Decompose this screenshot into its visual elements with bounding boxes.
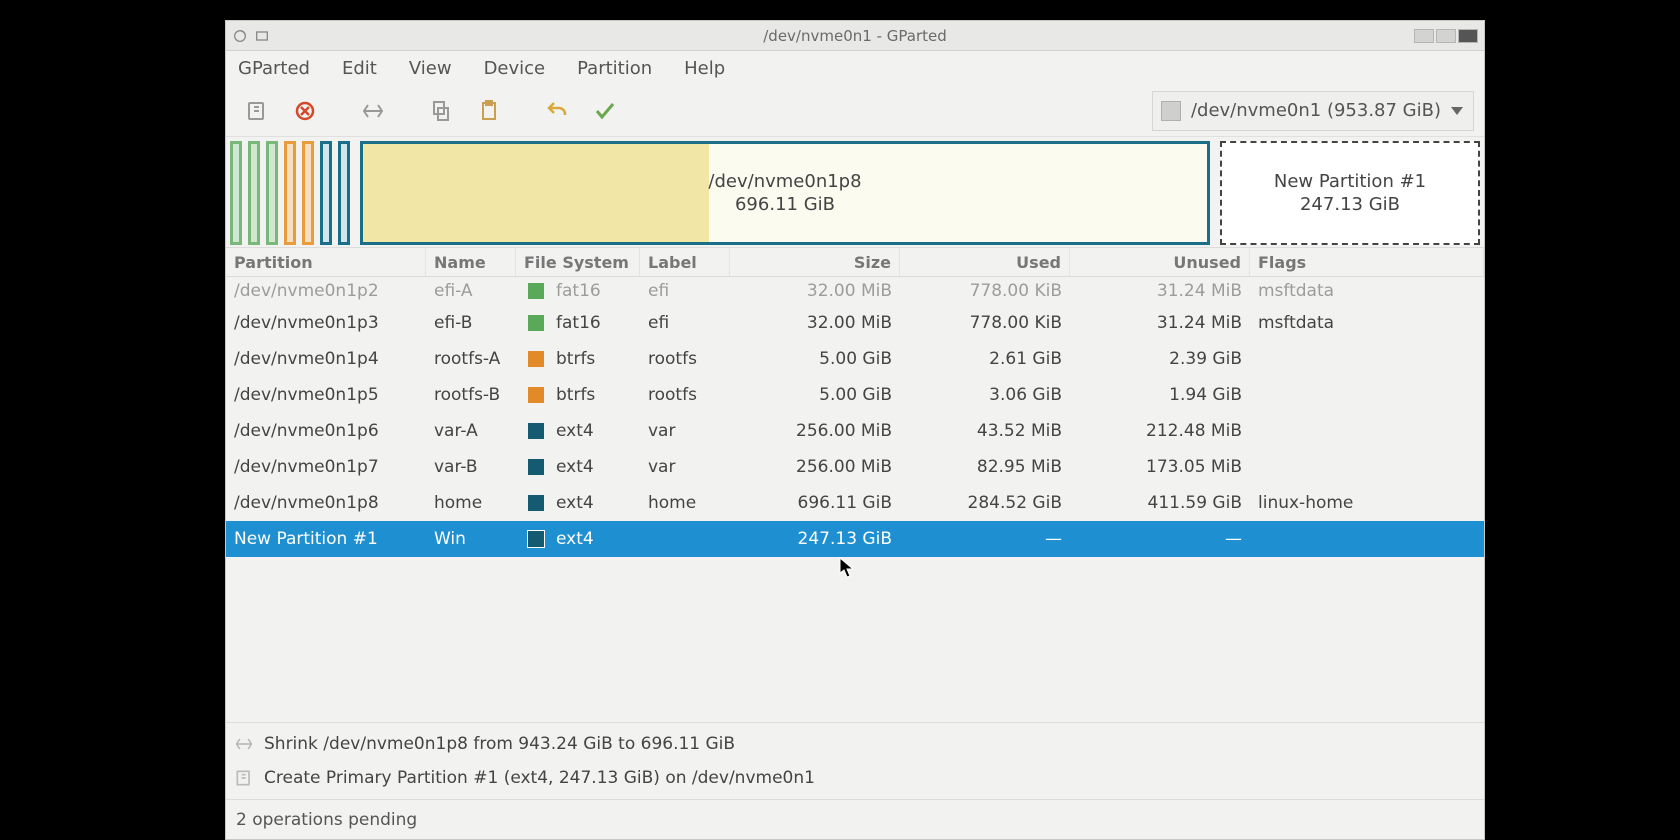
table-row[interactable]: /dev/nvme0n1p7var-Bext4var256.00 MiB82.9… — [226, 449, 1484, 485]
diagram-main-size: 696.11 GiB — [735, 194, 835, 215]
table-row[interactable]: New Partition #1Winext4247.13 GiB—— — [226, 521, 1484, 557]
table-row[interactable]: /dev/nvme0n1p2efi-Afat16efi32.00 MiB778.… — [226, 277, 1484, 305]
diagram-partition-home[interactable]: /dev/nvme0n1p8 696.11 GiB — [360, 141, 1210, 245]
menu-gparted[interactable]: GParted — [236, 54, 312, 83]
delete-partition-button[interactable] — [284, 91, 326, 131]
col-name[interactable]: Name — [426, 248, 516, 276]
resize-icon — [234, 734, 254, 754]
operation-text: Create Primary Partition #1 (ext4, 247.1… — [264, 768, 815, 788]
col-size[interactable]: Size — [730, 248, 900, 276]
table-row[interactable]: /dev/nvme0n1p3efi-Bfat16efi32.00 MiB778.… — [226, 305, 1484, 341]
diagram-stripe[interactable] — [248, 141, 260, 245]
filesystem-swatch — [528, 495, 544, 511]
diagram-stripe[interactable] — [338, 141, 350, 245]
menu-view[interactable]: View — [407, 54, 454, 83]
harddisk-icon — [1161, 101, 1181, 121]
diagram-partition-new[interactable]: New Partition #1 247.13 GiB — [1220, 141, 1480, 245]
partition-table: Partition Name File System Label Size Us… — [226, 247, 1484, 722]
titlebar[interactable]: /dev/nvme0n1 - GParted — [226, 21, 1484, 51]
diagram-stripe[interactable] — [284, 141, 296, 245]
apply-button[interactable] — [584, 91, 626, 131]
disk-diagram: /dev/nvme0n1p8 696.11 GiB New Partition … — [230, 141, 1480, 245]
pending-operation[interactable]: Create Primary Partition #1 (ext4, 247.1… — [234, 761, 1480, 795]
toolbar: /dev/nvme0n1 (953.87 GiB) — [226, 85, 1484, 137]
app-window: /dev/nvme0n1 - GParted GParted Edit View De… — [225, 20, 1485, 840]
resize-move-button[interactable] — [352, 91, 394, 131]
menu-device[interactable]: Device — [482, 54, 548, 83]
table-row[interactable]: /dev/nvme0n1p4rootfs-Abtrfsrootfs5.00 Gi… — [226, 341, 1484, 377]
diagram-stripe[interactable] — [230, 141, 242, 245]
window-icon — [254, 28, 270, 44]
diagram-stripe[interactable] — [320, 141, 332, 245]
col-flags[interactable]: Flags — [1250, 248, 1484, 276]
filesystem-swatch — [528, 283, 544, 299]
window-title: /dev/nvme0n1 - GParted — [226, 27, 1484, 45]
close-button[interactable] — [1458, 29, 1478, 43]
device-selector-label: /dev/nvme0n1 (953.87 GiB) — [1191, 100, 1441, 121]
status-bar: 2 operations pending — [226, 799, 1484, 839]
col-used[interactable]: Used — [900, 248, 1070, 276]
col-label[interactable]: Label — [640, 248, 730, 276]
status-text: 2 operations pending — [236, 810, 417, 830]
table-header[interactable]: Partition Name File System Label Size Us… — [226, 247, 1484, 277]
pending-operation[interactable]: Shrink /dev/nvme0n1p8 from 943.24 GiB to… — [234, 727, 1480, 761]
diagram-main-name: /dev/nvme0n1p8 — [708, 171, 861, 192]
filesystem-swatch — [528, 459, 544, 475]
filesystem-swatch — [528, 423, 544, 439]
paste-button[interactable] — [468, 91, 510, 131]
filesystem-swatch — [528, 315, 544, 331]
filesystem-swatch — [528, 387, 544, 403]
col-unused[interactable]: Unused — [1070, 248, 1250, 276]
diagram-new-size: 247.13 GiB — [1300, 194, 1400, 215]
table-row[interactable]: /dev/nvme0n1p5rootfs-Bbtrfsrootfs5.00 Gi… — [226, 377, 1484, 413]
undo-button[interactable] — [536, 91, 578, 131]
app-icon — [232, 28, 248, 44]
new-partition-button[interactable] — [236, 91, 278, 131]
minimize-button[interactable] — [1414, 29, 1434, 43]
diagram-stripe[interactable] — [302, 141, 314, 245]
filesystem-swatch — [528, 351, 544, 367]
table-row[interactable]: /dev/nvme0n1p8homeext4home696.11 GiB284.… — [226, 485, 1484, 521]
menubar: GParted Edit View Device Partition Help — [226, 51, 1484, 85]
chevron-down-icon — [1451, 107, 1463, 115]
pending-operations: Shrink /dev/nvme0n1p8 from 943.24 GiB to… — [226, 722, 1484, 799]
copy-button[interactable] — [420, 91, 462, 131]
col-partition[interactable]: Partition — [226, 248, 426, 276]
maximize-button[interactable] — [1436, 29, 1456, 43]
diagram-stripe[interactable] — [266, 141, 278, 245]
menu-partition[interactable]: Partition — [575, 54, 654, 83]
menu-edit[interactable]: Edit — [340, 54, 379, 83]
operation-text: Shrink /dev/nvme0n1p8 from 943.24 GiB to… — [264, 734, 735, 754]
col-filesystem[interactable]: File System — [516, 248, 640, 276]
device-selector[interactable]: /dev/nvme0n1 (953.87 GiB) — [1152, 91, 1474, 131]
table-row[interactable]: /dev/nvme0n1p6var-Aext4var256.00 MiB43.5… — [226, 413, 1484, 449]
filesystem-swatch — [528, 531, 544, 547]
menu-help[interactable]: Help — [682, 54, 727, 83]
new-icon — [234, 768, 254, 788]
diagram-new-name: New Partition #1 — [1274, 171, 1426, 192]
